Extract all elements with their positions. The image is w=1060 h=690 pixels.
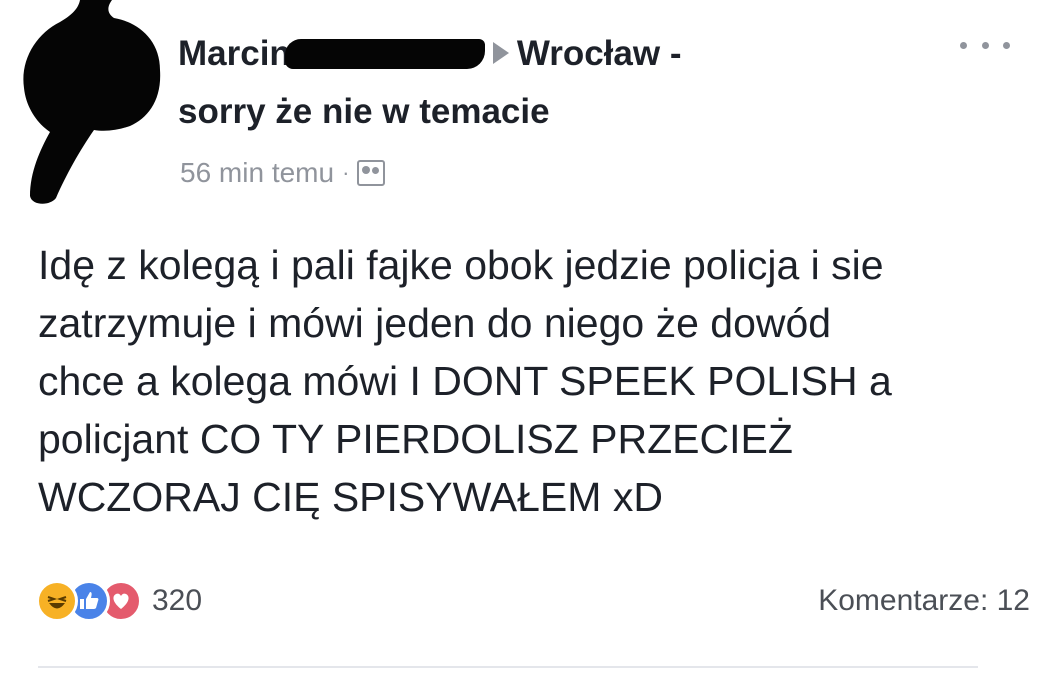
more-icon	[960, 41, 967, 49]
avatar[interactable]	[10, 0, 170, 205]
comments-count-link[interactable]: Komentarze: 12	[818, 584, 1030, 618]
post-header-title: Marcin Wrocław -	[178, 32, 878, 76]
more-icon	[981, 41, 989, 49]
author-name[interactable]: Marcin	[178, 34, 291, 73]
meta-separator: ·	[342, 160, 350, 185]
divider	[38, 666, 978, 668]
reaction-count[interactable]: 320	[152, 584, 202, 618]
more-options-button[interactable]	[960, 30, 1010, 60]
group-icon	[357, 160, 386, 186]
redacted-surname	[284, 38, 485, 69]
group-name[interactable]: Wrocław -	[517, 34, 682, 73]
post-body-text: Idę z kolegą i pali fajke obok jedzie po…	[38, 242, 892, 520]
post-meta: 56 min temu ·	[180, 155, 386, 191]
more-icon	[1003, 41, 1010, 49]
haha-icon	[36, 580, 78, 622]
group-name-continued[interactable]: sorry że nie w temacie	[178, 90, 550, 134]
feed-post: Marcin Wrocław - sorry że nie w temacie 5…	[0, 0, 1060, 690]
reactions-summary[interactable]: 320	[36, 580, 202, 622]
triangle-right-icon	[492, 41, 509, 64]
timestamp[interactable]: 56 min temu	[180, 155, 334, 191]
